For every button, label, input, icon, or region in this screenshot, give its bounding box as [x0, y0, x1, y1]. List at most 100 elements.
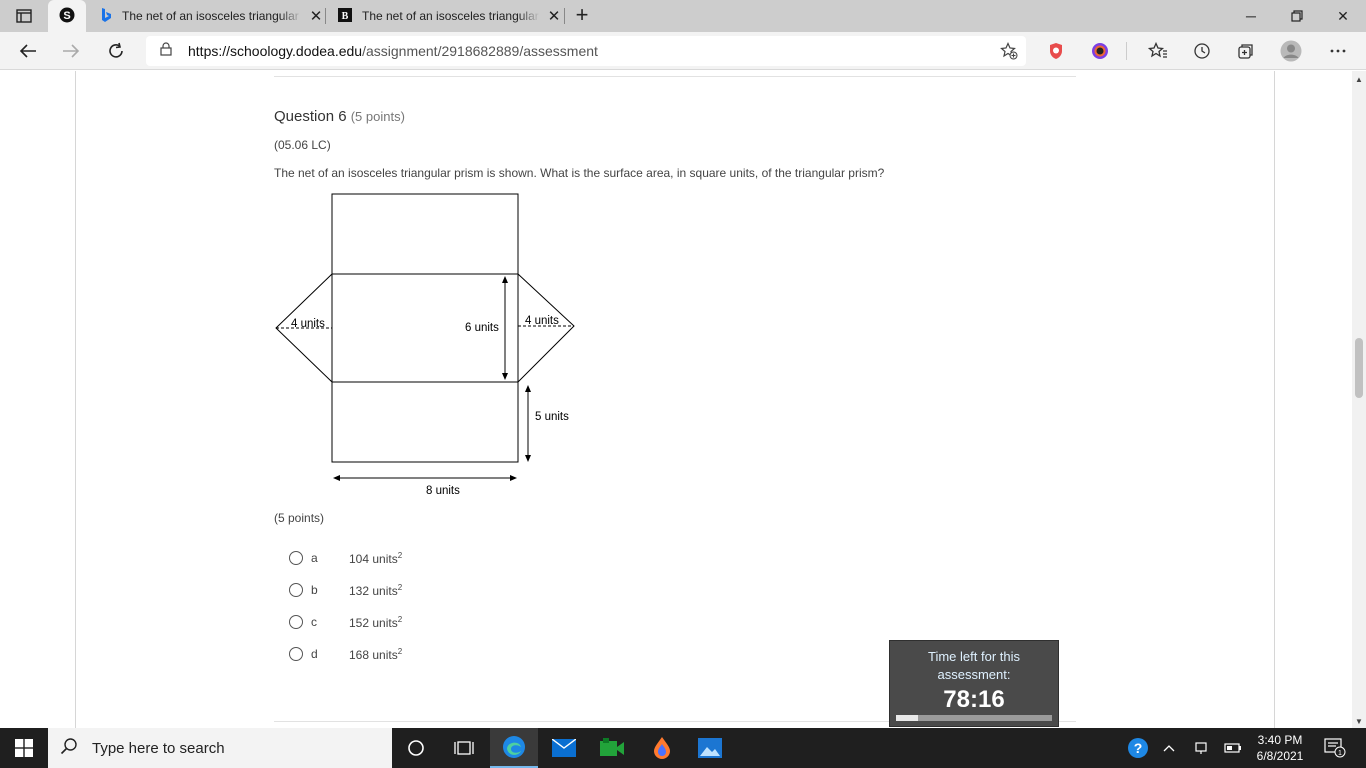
taskbar-search-box[interactable]: Type here to search: [48, 728, 392, 768]
history-icon[interactable]: [1191, 40, 1213, 62]
restore-icon[interactable]: [1274, 0, 1320, 32]
favorites-icon[interactable]: [1147, 40, 1169, 62]
tab-brainly[interactable]: B The net of an isosceles triangular ✕: [330, 0, 562, 32]
assessment-timer: Time left for this assessment: 78:16: [889, 640, 1059, 727]
label-side-height: 5 units: [535, 411, 569, 423]
tab-strip: S The net of an isosceles triangular ✕ B…: [0, 0, 1366, 32]
question-header: Question 6 (5 points): [274, 108, 405, 125]
more-menu-icon[interactable]: [1327, 40, 1349, 62]
answer-option-d[interactable]: d 168 units2: [289, 644, 402, 664]
answer-option-c[interactable]: c 152 units2: [289, 612, 402, 632]
toolbar-divider: [1126, 42, 1127, 60]
bing-icon: [100, 7, 112, 26]
question-code: (05.06 LC): [274, 138, 331, 152]
notification-center-icon[interactable]: 1: [1320, 728, 1350, 768]
scroll-thumb[interactable]: [1355, 338, 1363, 398]
option-value: 104 units2: [349, 550, 403, 566]
browser-toolbar: https://schoology.dodea.edu/assignment/2…: [0, 32, 1366, 70]
close-tab-icon[interactable]: ✕: [308, 7, 324, 25]
question-title: Question 6: [274, 108, 347, 125]
points-footer: (5 points): [274, 511, 325, 525]
cortana-icon[interactable]: [392, 728, 440, 768]
tab-actions-icon[interactable]: [10, 6, 38, 26]
divider: [274, 76, 1076, 77]
question-points: (5 points): [350, 109, 405, 124]
meet-icon[interactable]: [588, 728, 636, 768]
search-placeholder: Type here to search: [92, 739, 225, 757]
page-content: Question 6 (5 points) (05.06 LC) The net…: [0, 71, 1352, 728]
radio-button[interactable]: [289, 615, 303, 629]
address-bar[interactable]: https://schoology.dodea.edu/assignment/2…: [146, 36, 1026, 66]
new-tab-icon[interactable]: +: [570, 4, 594, 28]
tab-schoology[interactable]: S: [48, 0, 86, 32]
edge-taskbar-icon[interactable]: [490, 728, 538, 768]
label-rect-height: 6 units: [465, 322, 499, 334]
tab-separator: [325, 8, 326, 24]
refresh-icon[interactable]: [101, 36, 131, 66]
option-value: 168 units2: [349, 646, 403, 662]
minimize-icon[interactable]: ─: [1228, 0, 1274, 32]
notification-count: 1: [1338, 750, 1342, 757]
close-tab-icon[interactable]: ✕: [546, 7, 562, 25]
profile-avatar-icon[interactable]: [1280, 40, 1302, 62]
radio-button[interactable]: [289, 647, 303, 661]
url-path: /assignment/2918682889/assessment: [362, 43, 598, 59]
task-view-icon[interactable]: [440, 728, 488, 768]
radio-button[interactable]: [289, 583, 303, 597]
shield-extension-icon[interactable]: [1045, 40, 1067, 62]
radio-button[interactable]: [289, 551, 303, 565]
timer-progress-fill: [896, 715, 918, 721]
clock-time: 3:40 PM: [1257, 733, 1303, 747]
content-frame-border: [1274, 71, 1275, 728]
option-letter: d: [311, 647, 318, 661]
question-text: The net of an isosceles triangular prism…: [274, 166, 885, 180]
timer-label: Time left for this assessment:: [928, 649, 1020, 682]
answer-option-a[interactable]: a 104 units2: [289, 548, 402, 568]
windows-start-icon[interactable]: [0, 728, 48, 768]
scroll-down-icon[interactable]: ▼: [1355, 717, 1363, 726]
lock-icon[interactable]: [160, 41, 174, 61]
back-icon[interactable]: [13, 36, 43, 66]
svg-text:B: B: [342, 11, 349, 22]
forward-icon[interactable]: [56, 36, 86, 66]
url-text[interactable]: https://schoology.dodea.edu/assignment/2…: [188, 43, 598, 59]
collections-icon[interactable]: [1235, 40, 1257, 62]
label-right-height: 4 units: [525, 315, 559, 327]
paint-3d-icon[interactable]: [638, 728, 686, 768]
search-icon: [60, 737, 78, 760]
tab-separator: [564, 8, 565, 24]
photos-icon[interactable]: [686, 728, 734, 768]
timer-progress-bar: [896, 715, 1052, 721]
tab-title: The net of an isosceles triangular: [122, 9, 302, 23]
option-letter: c: [311, 615, 317, 629]
option-value: 132 units2: [349, 582, 403, 598]
network-icon[interactable]: [1190, 728, 1212, 768]
vertical-scrollbar[interactable]: ▲ ▼: [1352, 71, 1366, 728]
schoology-icon: S: [59, 7, 75, 26]
content-frame-border: [75, 71, 76, 728]
windows-taskbar: Type here to search ? 3:40 PM 6/8/2021 1: [0, 728, 1366, 768]
timer-value: 78:16: [943, 686, 1005, 713]
scroll-up-icon[interactable]: ▲: [1355, 75, 1363, 84]
label-left-height: 4 units: [291, 318, 325, 330]
answer-option-b[interactable]: b 132 units2: [289, 580, 402, 600]
label-width: 8 units: [426, 485, 460, 497]
brainly-icon: B: [338, 7, 352, 25]
svg-text:S: S: [63, 10, 70, 22]
prism-net-figure: 4 units 4 units 6 units 5 units 8 units: [270, 189, 580, 504]
tab-title: The net of an isosceles triangular: [362, 9, 541, 23]
add-favorite-icon[interactable]: [1000, 42, 1018, 65]
option-letter: b: [311, 583, 318, 597]
help-icon[interactable]: ?: [1124, 728, 1152, 768]
battery-icon[interactable]: [1222, 728, 1244, 768]
color-picker-extension-icon[interactable]: [1089, 40, 1111, 62]
clock-date: 6/8/2021: [1256, 749, 1304, 763]
tab-bing-search[interactable]: The net of an isosceles triangular ✕: [92, 0, 324, 32]
chevron-up-icon[interactable]: [1158, 728, 1180, 768]
option-letter: a: [311, 551, 318, 565]
url-host: https://schoology.dodea.edu: [188, 43, 363, 59]
taskbar-clock[interactable]: 3:40 PM 6/8/2021: [1250, 732, 1310, 764]
close-window-icon[interactable]: ✕: [1320, 0, 1366, 32]
mail-icon[interactable]: [540, 728, 588, 768]
svg-text:?: ?: [1134, 740, 1143, 756]
